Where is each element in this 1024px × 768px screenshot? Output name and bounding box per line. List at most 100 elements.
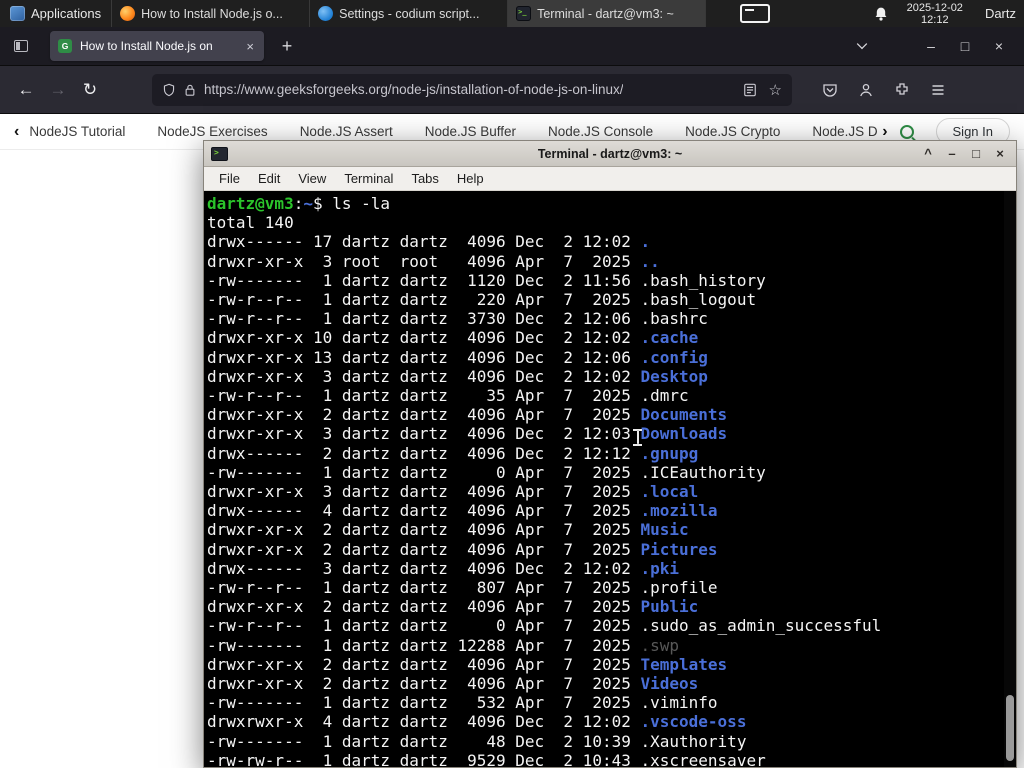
url-input[interactable]: https://www.geeksforgeeks.org/node-js/in… — [152, 73, 792, 106]
window-title: Terminal - dartz@vm3: ~ — [537, 6, 674, 21]
navigation-toolbar: ← → ↻ https://www.geeksforgeeks.org/node… — [0, 66, 1024, 114]
terminal-line: drwxr-xr-x 2 dartz dartz 4096 Apr 7 2025… — [207, 674, 699, 694]
applications-icon — [10, 6, 25, 21]
window-title: Settings - codium script... — [339, 6, 480, 21]
site-search-icon[interactable] — [899, 124, 914, 139]
pocket-icon[interactable] — [814, 74, 846, 106]
url-text: https://www.geeksforgeeks.org/node-js/in… — [204, 82, 624, 97]
window-icon — [120, 6, 136, 21]
firefox-view-button[interactable] — [8, 33, 34, 59]
terminal-output[interactable]: dartz@vm3:~$ ls -la total 140 drwx------ 1… — [204, 191, 1016, 767]
terminal-menubar: File Edit View Terminal Tabs Help — [204, 167, 1016, 191]
terminal-line: drwxr-xr-x 2 dartz dartz 4096 Apr 7 2025… — [207, 654, 728, 674]
terminal-line: drwxr-xr-x 2 dartz dartz 4096 Apr 7 2025… — [207, 520, 689, 540]
site-nav-item[interactable]: Node.JS DNS — [812, 124, 878, 139]
terminal-menu-item[interactable]: Tabs — [402, 171, 447, 186]
menu-hamburger-icon[interactable] — [922, 74, 954, 106]
forward-button[interactable]: → — [42, 74, 74, 106]
terminal-line: -rw-r--r-- 1 dartz dartz 3730 Dec 2 12:0… — [207, 309, 708, 329]
list-all-tabs-chevron-icon[interactable] — [856, 38, 868, 50]
terminal-line: drwx------ 17 dartz dartz 4096 Dec 2 12:… — [207, 232, 651, 252]
panel-user-label[interactable]: Dartz — [981, 6, 1016, 21]
bookmark-star-icon[interactable]: ☆ — [769, 81, 782, 99]
mouse-cursor-ibeam — [633, 429, 642, 446]
clock-date: 2025-12-02 — [906, 1, 963, 14]
terminal-line: drwxr-xr-x 3 dartz dartz 4096 Dec 2 12:0… — [207, 424, 728, 444]
terminal-line: -rw------- 1 dartz dartz 12288 Apr 7 202… — [207, 635, 680, 655]
window-title: How to Install Node.js o... — [141, 6, 283, 21]
browser-minimize-button[interactable]: – — [914, 38, 948, 54]
tab-close-icon[interactable]: × — [244, 39, 256, 54]
terminal-shade-button[interactable]: ^ — [919, 146, 937, 161]
terminal-line: drwx------ 4 dartz dartz 4096 Apr 7 2025… — [207, 501, 718, 521]
notifications-bell-icon[interactable] — [873, 6, 889, 22]
terminal-line: drwxr-xr-x 2 dartz dartz 4096 Apr 7 2025… — [207, 405, 728, 425]
terminal-line: -rw-r--r-- 1 dartz dartz 0 Apr 7 2025 .s… — [207, 616, 882, 636]
applications-menu-button[interactable]: Applications — [0, 0, 113, 27]
terminal-line: -rw-r--r-- 1 dartz dartz 807 Apr 7 2025 … — [207, 578, 718, 598]
site-nav-item[interactable]: Node.JS Buffer — [425, 124, 516, 139]
terminal-line: drwxr-xr-x 2 dartz dartz 4096 Apr 7 2025… — [207, 539, 718, 559]
window-icon — [516, 6, 532, 21]
taskbar-window-button[interactable]: Settings - codium script... — [310, 0, 509, 27]
tray-terminal-icon[interactable] — [740, 4, 771, 23]
site-nav-item[interactable]: Node.JS Crypto — [685, 124, 780, 139]
terminal-scrollbar-thumb[interactable] — [1006, 695, 1014, 761]
extensions-puzzle-icon[interactable] — [886, 74, 918, 106]
browser-close-button[interactable]: × — [982, 38, 1016, 54]
nav-scroll-right-icon[interactable]: › — [882, 123, 887, 141]
taskbar: How to Install Node.js o... Settings - c… — [112, 0, 707, 27]
terminal-window: Terminal - dartz@vm3: ~ ^ – □ × File Edi… — [203, 140, 1017, 768]
tab-bar: G How to Install Node.js on × + – □ × — [0, 27, 1024, 66]
back-button[interactable]: ← — [10, 74, 42, 106]
terminal-line: dartz@vm3:~$ ls -la — [207, 194, 391, 213]
account-icon[interactable] — [850, 74, 882, 106]
new-tab-button[interactable]: + — [274, 36, 300, 57]
clock[interactable]: 2025-12-02 12:12 — [907, 2, 963, 26]
terminal-scrollbar[interactable] — [1004, 191, 1016, 767]
taskbar-window-button[interactable]: Terminal - dartz@vm3: ~ — [508, 0, 707, 27]
terminal-line: drwxr-xr-x 3 dartz dartz 4096 Apr 7 2025… — [207, 482, 699, 502]
tracking-protection-shield-icon[interactable] — [162, 83, 176, 97]
desktop-panel: Applications How to Install Node.js o...… — [0, 0, 1024, 27]
terminal-menu-item[interactable]: View — [289, 171, 335, 186]
lock-icon[interactable] — [184, 83, 196, 97]
terminal-close-button[interactable]: × — [991, 146, 1009, 161]
panel-right: 2025-12-02 12:12 Dartz — [873, 0, 1024, 27]
site-nav-item[interactable]: Node.JS Assert — [300, 124, 393, 139]
terminal-line: -rw------- 1 dartz dartz 532 Apr 7 2025 … — [207, 693, 718, 713]
terminal-line: -rw------- 1 dartz dartz 48 Dec 2 10:39 … — [207, 731, 747, 751]
terminal-title: Terminal - dartz@vm3: ~ — [537, 146, 683, 161]
terminal-menu-item[interactable]: Help — [448, 171, 493, 186]
terminal-line: -rw------- 1 dartz dartz 1120 Dec 2 11:5… — [207, 270, 766, 290]
terminal-titlebar[interactable]: Terminal - dartz@vm3: ~ ^ – □ × — [204, 141, 1016, 167]
site-nav-item[interactable]: NodeJS Exercises — [157, 124, 267, 139]
terminal-line: drwx------ 2 dartz dartz 4096 Dec 2 12:1… — [207, 443, 699, 463]
terminal-line: total 140 — [207, 213, 294, 233]
terminal-maximize-button[interactable]: □ — [967, 146, 985, 161]
window-icon — [318, 6, 334, 21]
firefox-view-icon — [14, 40, 28, 52]
site-nav-item[interactable]: NodeJS Tutorial — [29, 124, 125, 139]
site-nav-item[interactable]: Node.JS Console — [548, 124, 653, 139]
terminal-line: drwxr-xr-x 3 dartz dartz 4096 Dec 2 12:0… — [207, 366, 708, 386]
browser-tab[interactable]: G How to Install Node.js on × — [50, 31, 264, 61]
terminal-menu-item[interactable]: File — [210, 171, 249, 186]
browser-maximize-button[interactable]: □ — [948, 38, 982, 54]
terminal-line: -rw-rw-r-- 1 dartz dartz 9529 Dec 2 10:4… — [207, 750, 766, 767]
terminal-menu-item[interactable]: Terminal — [335, 171, 402, 186]
reload-button[interactable]: ↻ — [74, 74, 106, 106]
desktop: Applications How to Install Node.js o...… — [0, 0, 1024, 768]
terminal-line: drwxr-xr-x 2 dartz dartz 4096 Apr 7 2025… — [207, 597, 699, 617]
terminal-line: -rw-r--r-- 1 dartz dartz 35 Apr 7 2025 .… — [207, 386, 689, 406]
terminal-window-controls: ^ – □ × — [919, 146, 1009, 161]
browser-window-controls: – □ × — [914, 38, 1016, 54]
nav-scroll-left-icon[interactable]: ‹ — [14, 123, 19, 141]
terminal-menu-item[interactable]: Edit — [249, 171, 289, 186]
taskbar-window-button[interactable]: How to Install Node.js o... — [112, 0, 311, 27]
terminal-line: drwx------ 3 dartz dartz 4096 Dec 2 12:0… — [207, 558, 680, 578]
applications-label: Applications — [31, 6, 102, 21]
reader-view-icon[interactable] — [743, 83, 757, 97]
terminal-line: -rw-r--r-- 1 dartz dartz 220 Apr 7 2025 … — [207, 290, 757, 310]
terminal-minimize-button[interactable]: – — [943, 146, 961, 161]
